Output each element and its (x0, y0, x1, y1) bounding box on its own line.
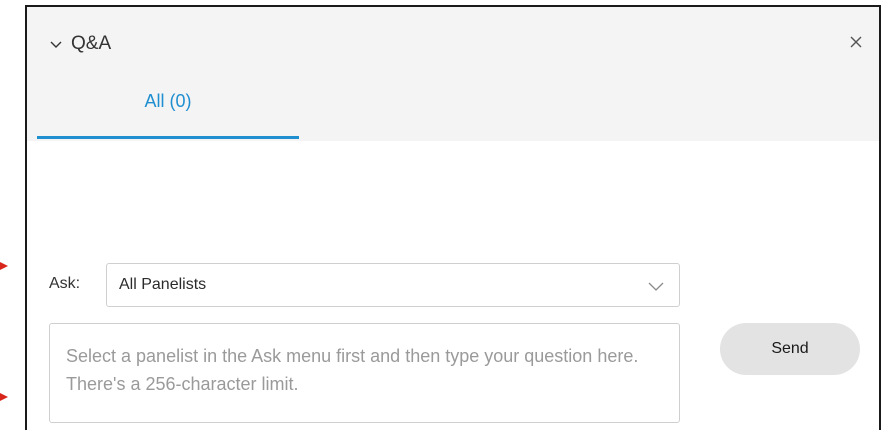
tab-all[interactable]: All (0) (37, 85, 299, 139)
chevron-down-icon (648, 282, 664, 291)
annotation-arrow-question (0, 393, 8, 401)
tab-all-label: All (0) (144, 91, 192, 111)
chevron-down-icon (50, 41, 62, 48)
ask-recipient-dropdown[interactable]: All Panelists (106, 263, 680, 307)
panel-title: Q&A (71, 33, 112, 54)
screenshot-stage: Q&A All (0) Ask: All Panelists Send (0, 0, 887, 430)
ask-selected-value: All Panelists (119, 276, 207, 293)
send-button[interactable]: Send (720, 323, 860, 375)
qa-panel: Q&A All (0) Ask: All Panelists Send (25, 5, 881, 430)
close-icon (850, 36, 862, 48)
annotation-arrow-ask (0, 262, 8, 270)
tab-active-indicator (37, 136, 299, 139)
qa-panel-header: Q&A All (0) (27, 7, 879, 141)
qa-panel-title-toggle[interactable]: Q&A (49, 33, 111, 55)
question-input[interactable] (49, 323, 680, 423)
ask-label: Ask: (49, 275, 81, 292)
close-button[interactable] (845, 31, 867, 53)
